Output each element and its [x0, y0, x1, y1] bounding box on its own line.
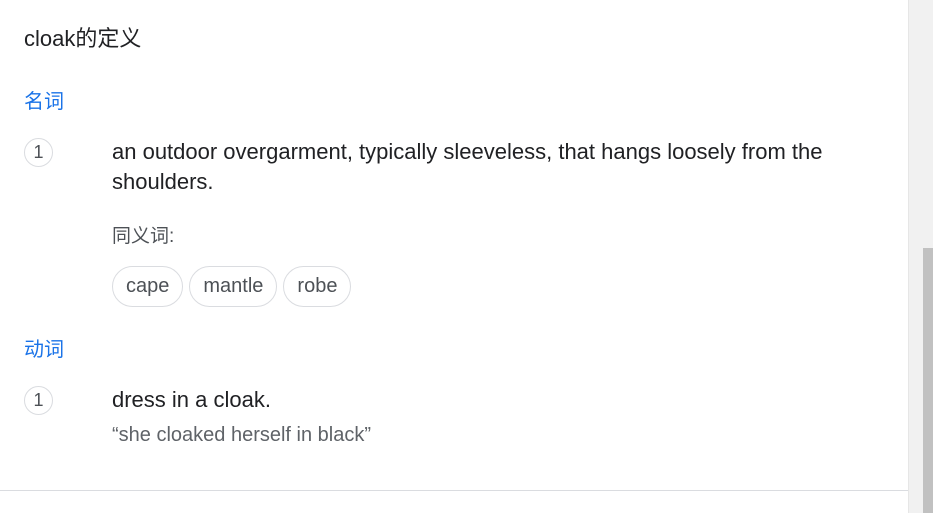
sense-number-badge: 1	[24, 138, 53, 167]
synonym-chip-mantle[interactable]: mantle	[189, 266, 278, 307]
sense-number-badge: 1	[24, 386, 53, 415]
synonym-chip-robe[interactable]: robe	[283, 266, 352, 307]
section-divider	[0, 490, 908, 491]
usage-example: “she cloaked herself in black”	[112, 424, 372, 446]
definition-text: dress in a cloak.	[112, 387, 271, 412]
definition-card: cloak的定义 名词 1 an outdoor overgarment, ty…	[0, 0, 908, 513]
vertical-scrollbar[interactable]	[908, 0, 933, 513]
definition-text: an outdoor overgarment, typically sleeve…	[112, 139, 823, 194]
synonym-chips: cape mantle robe	[112, 266, 352, 307]
dictionary-panel: cloak的定义 名词 1 an outdoor overgarment, ty…	[0, 0, 933, 513]
synonym-chip-cape[interactable]: cape	[112, 266, 184, 307]
synonyms-label: 同义词:	[112, 226, 175, 247]
page-title: cloak的定义	[24, 26, 142, 51]
part-of-speech-verb: 动词	[24, 339, 64, 361]
part-of-speech-noun: 名词	[24, 91, 64, 113]
scrollbar-thumb[interactable]	[923, 248, 933, 513]
